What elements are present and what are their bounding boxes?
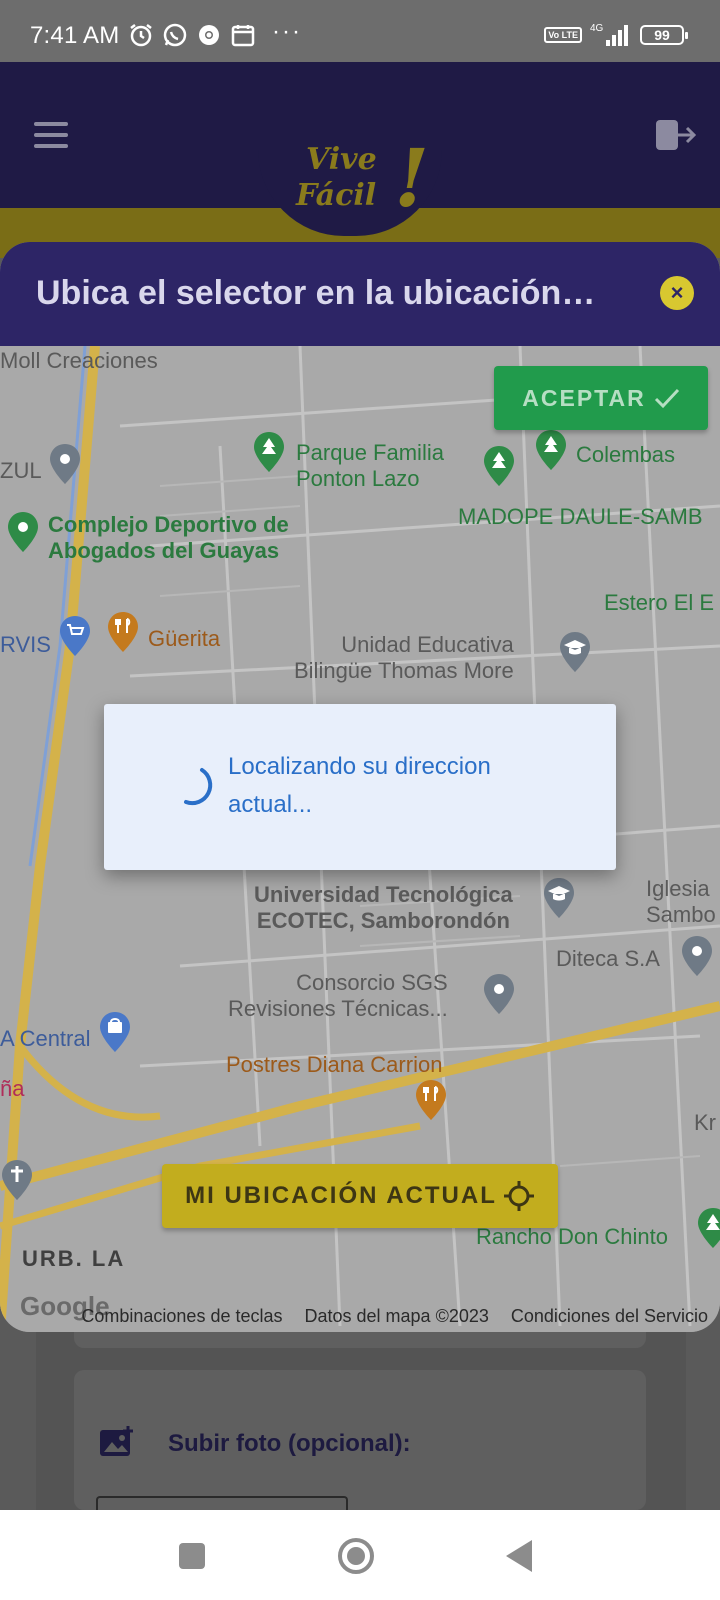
map-label: Kr [694, 1110, 716, 1135]
vive-facil-logo: Vive Fácil ! [296, 138, 446, 222]
shopping-pin-icon[interactable] [58, 614, 92, 658]
map-label: RVIS [0, 632, 51, 657]
place-pin-icon[interactable] [482, 972, 516, 1016]
home-button[interactable] [336, 1536, 376, 1576]
spinner-icon [184, 768, 213, 806]
my-location-button[interactable]: MI UBICACIÓN ACTUAL [162, 1164, 558, 1228]
recents-button[interactable] [172, 1536, 212, 1576]
church-pin-icon[interactable] [0, 1158, 34, 1202]
park-pin-icon[interactable] [696, 1206, 720, 1250]
volte-icon: Vo LTE [544, 27, 582, 43]
more-notifications-icon: ··· [272, 18, 302, 45]
network-type: 4G [590, 23, 604, 34]
status-time: 7:41 AM [30, 22, 120, 49]
signal-4g-icon: 4G [590, 23, 628, 46]
calendar-icon [231, 25, 255, 47]
map-label: Consorcio SGS Revisiones Técnicas... [228, 970, 448, 1021]
logo-text-facil: Fácil [296, 178, 377, 213]
check-icon [654, 388, 679, 409]
accept-label: ACEPTAR [522, 384, 646, 411]
map-label: Universidad Tecnológica ECOTEC, Samboron… [254, 882, 513, 933]
terms-link[interactable]: Condiciones del Servicio [511, 1306, 708, 1327]
map-label: Moll Creaciones [0, 348, 158, 373]
back-button[interactable] [500, 1536, 540, 1576]
map-label: Parque Familia Ponton Lazo [296, 440, 444, 491]
accept-button[interactable]: ACEPTAR [494, 366, 708, 430]
map-label: Estero El E [604, 590, 715, 615]
chrome-icon [199, 25, 219, 45]
map-label: Unidad Educativa Bilingüe Thomas More [294, 632, 514, 683]
map-label: ña [0, 1076, 25, 1101]
loading-message: Localizando su direccion actual... [228, 753, 491, 818]
map-label: Complejo Deportivo de Abogados del Guaya… [48, 512, 289, 563]
map-label: Postres Diana Carrion [226, 1052, 443, 1077]
map-label: MADOPE DAULE-SAMB [458, 504, 703, 529]
map-label: URB. LA [22, 1246, 126, 1271]
notification-icons [128, 22, 256, 48]
place-pin-icon[interactable] [6, 510, 40, 554]
close-icon: × [670, 280, 684, 305]
place-pin-icon[interactable] [48, 442, 82, 486]
map-label: Güerita [148, 626, 221, 651]
school-pin-icon[interactable] [558, 630, 592, 674]
sheet-header: Ubica el selector en la ubicación que de… [0, 242, 720, 346]
map-label: Colembas [576, 442, 676, 467]
logo-text-vive: Vive [306, 142, 377, 177]
logout-icon[interactable] [654, 118, 696, 152]
restaurant-pin-icon[interactable] [414, 1078, 448, 1122]
place-pin-icon[interactable] [680, 934, 714, 978]
upload-photo-label: Subir foto (opcional): [168, 1430, 411, 1457]
battery-level: 99 [654, 27, 670, 43]
shopping-bag-pin-icon[interactable] [98, 1010, 132, 1054]
my-location-label: MI UBICACIÓN ACTUAL [185, 1182, 497, 1209]
loading-dialog: Localizando su direccion actual... [104, 704, 616, 870]
map-attribution: Combinaciones de teclas Datos del mapa ©… [0, 1300, 720, 1332]
status-bar: 7:41 AM ··· Vo LTE 4G 99 [0, 0, 720, 62]
keyboard-shortcuts-link[interactable]: Combinaciones de teclas [81, 1306, 282, 1327]
system-indicators: Vo LTE 4G 99 [544, 22, 688, 48]
alarm-icon [130, 24, 152, 47]
park-pin-icon[interactable] [482, 444, 516, 488]
close-button[interactable]: × [660, 276, 694, 310]
park-pin-icon[interactable] [252, 430, 286, 474]
image-icon [100, 1426, 133, 1456]
map-label: ZUL [0, 458, 42, 483]
system-nav-bar [0, 1510, 720, 1600]
sheet-title: Ubica el selector en la ubicación que de… [36, 274, 596, 312]
map-data-label: Datos del mapa ©2023 [304, 1305, 489, 1326]
school-pin-icon[interactable] [542, 876, 576, 920]
menu-icon[interactable] [34, 122, 68, 148]
park-pin-icon[interactable] [534, 428, 568, 472]
logo-exclamation: ! [394, 131, 430, 225]
map-label: Diteca S.A [556, 946, 660, 971]
map-label: Iglesia Sambo [646, 876, 716, 927]
restaurant-pin-icon[interactable] [106, 610, 140, 654]
battery-icon: 99 [640, 25, 688, 45]
crosshair-icon [503, 1181, 534, 1211]
whatsapp-icon [163, 23, 187, 47]
map-label: A Central [0, 1026, 91, 1051]
